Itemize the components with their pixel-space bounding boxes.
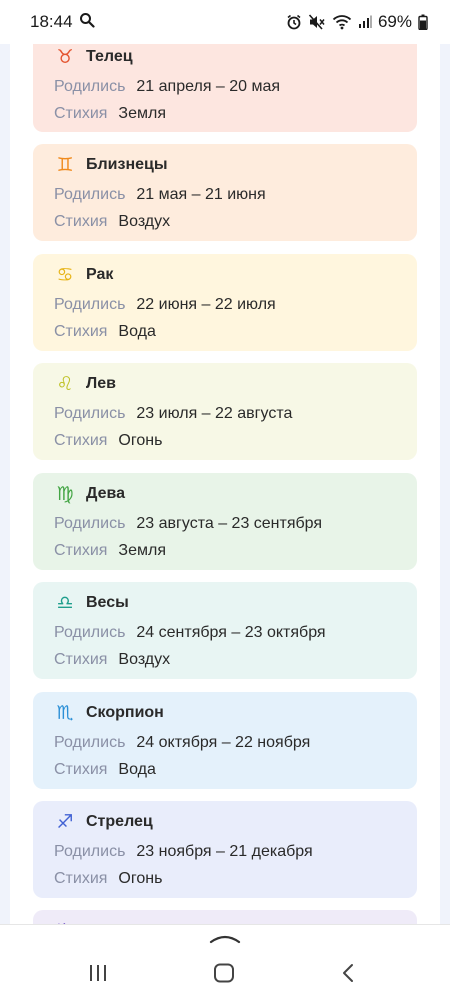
zodiac-card-gemini[interactable]: ♊ Близнецы Родились 21 мая – 21 июня Стих…	[33, 144, 417, 241]
gemini-icon: ♊	[56, 154, 74, 176]
born-value: 24 сентября – 23 октября	[136, 624, 326, 641]
born-label: Родились	[54, 515, 126, 532]
born-value: 24 октября – 22 ноября	[136, 734, 311, 751]
element-value: Огонь	[118, 432, 163, 449]
born-value: 23 августа – 23 сентября	[136, 515, 323, 532]
born-label: Родились	[54, 296, 126, 313]
alarm-icon	[286, 14, 302, 30]
born-value: 21 мая – 21 июня	[136, 186, 266, 203]
element-label: Стихия	[54, 651, 108, 668]
zodiac-card-libra[interactable]: ♎ Весы Родились 24 сентября – 23 октября …	[33, 582, 417, 679]
born-value: 21 апреля – 20 мая	[136, 78, 281, 95]
element-label: Стихия	[54, 761, 108, 778]
battery-percent: 69%	[377, 12, 412, 31]
recents-icon[interactable]	[88, 963, 108, 988]
card-title: Телец	[86, 48, 133, 65]
card-title: Скорпион	[86, 704, 164, 721]
born-label: Родились	[54, 843, 126, 860]
mute-icon	[308, 14, 326, 30]
search-icon	[79, 12, 95, 33]
born-label: Родились	[54, 78, 126, 95]
status-bar: 18:44 69%	[0, 0, 450, 44]
battery-icon	[418, 14, 428, 30]
card-title: Близнецы	[86, 156, 168, 173]
back-icon[interactable]	[340, 963, 358, 988]
element-label: Стихия	[54, 542, 108, 559]
wifi-icon	[332, 14, 352, 30]
signal-icon	[358, 15, 372, 29]
element-label: Стихия	[54, 105, 108, 122]
element-label: Стихия	[54, 432, 108, 449]
card-title: Рак	[86, 266, 114, 283]
navigation-bar	[0, 924, 450, 1000]
born-label: Родились	[54, 186, 126, 203]
zodiac-card-virgo[interactable]: ♍ Дева Родились 23 августа – 23 сентября …	[33, 473, 417, 570]
element-label: Стихия	[54, 323, 108, 340]
zodiac-card-sagittarius[interactable]: ♐ Стрелец Родились 23 ноября – 21 декабря…	[33, 801, 417, 898]
card-title: Лев	[86, 375, 116, 392]
chevron-up-icon[interactable]	[208, 931, 242, 950]
card-title: Дева	[86, 485, 126, 502]
element-value: Воздух	[118, 213, 171, 230]
content-sheet[interactable]: ♉ Телец Родились 21 апреля – 20 мая Стихи…	[10, 36, 440, 924]
card-title: Стрелец	[86, 813, 153, 830]
element-value: Земля	[118, 542, 166, 559]
libra-icon: ♎	[56, 592, 74, 614]
zodiac-card-capricorn[interactable]: ♑	[33, 910, 417, 924]
scorpio-icon: ♏	[56, 702, 74, 724]
element-label: Стихия	[54, 870, 108, 887]
card-title: Весы	[86, 594, 129, 611]
zodiac-card-scorpio[interactable]: ♏ Скорпион Родились 24 октября – 22 ноябр…	[33, 692, 417, 789]
sagittarius-icon: ♐	[56, 811, 74, 833]
element-value: Огонь	[118, 870, 163, 887]
born-label: Родились	[54, 624, 126, 641]
virgo-icon: ♍	[56, 483, 74, 505]
element-label: Стихия	[54, 213, 108, 230]
born-label: Родились	[54, 734, 126, 751]
born-value: 23 июля – 22 августа	[136, 405, 293, 422]
element-value: Воздух	[118, 651, 171, 668]
element-value: Вода	[118, 761, 156, 778]
page-background: ♉ Телец Родились 21 апреля – 20 мая Стихи…	[0, 36, 450, 924]
element-value: Вода	[118, 323, 156, 340]
born-value: 23 ноября – 21 декабря	[136, 843, 313, 860]
born-value: 22 июня – 22 июля	[136, 296, 276, 313]
status-time: 18:44	[30, 12, 73, 31]
taurus-icon: ♉	[56, 46, 74, 68]
born-label: Родились	[54, 405, 126, 422]
zodiac-card-cancer[interactable]: ♋ Рак Родились 22 июня – 22 июля Стихия Во…	[33, 254, 417, 351]
zodiac-card-taurus[interactable]: ♉ Телец Родились 21 апреля – 20 мая Стихи…	[33, 36, 417, 132]
home-icon[interactable]	[213, 963, 235, 988]
zodiac-card-leo[interactable]: ♌ Лев Родились 23 июля – 22 августа Стихи…	[33, 363, 417, 460]
element-value: Земля	[118, 105, 166, 122]
cancer-icon: ♋	[56, 264, 74, 286]
leo-icon: ♌	[56, 373, 74, 395]
